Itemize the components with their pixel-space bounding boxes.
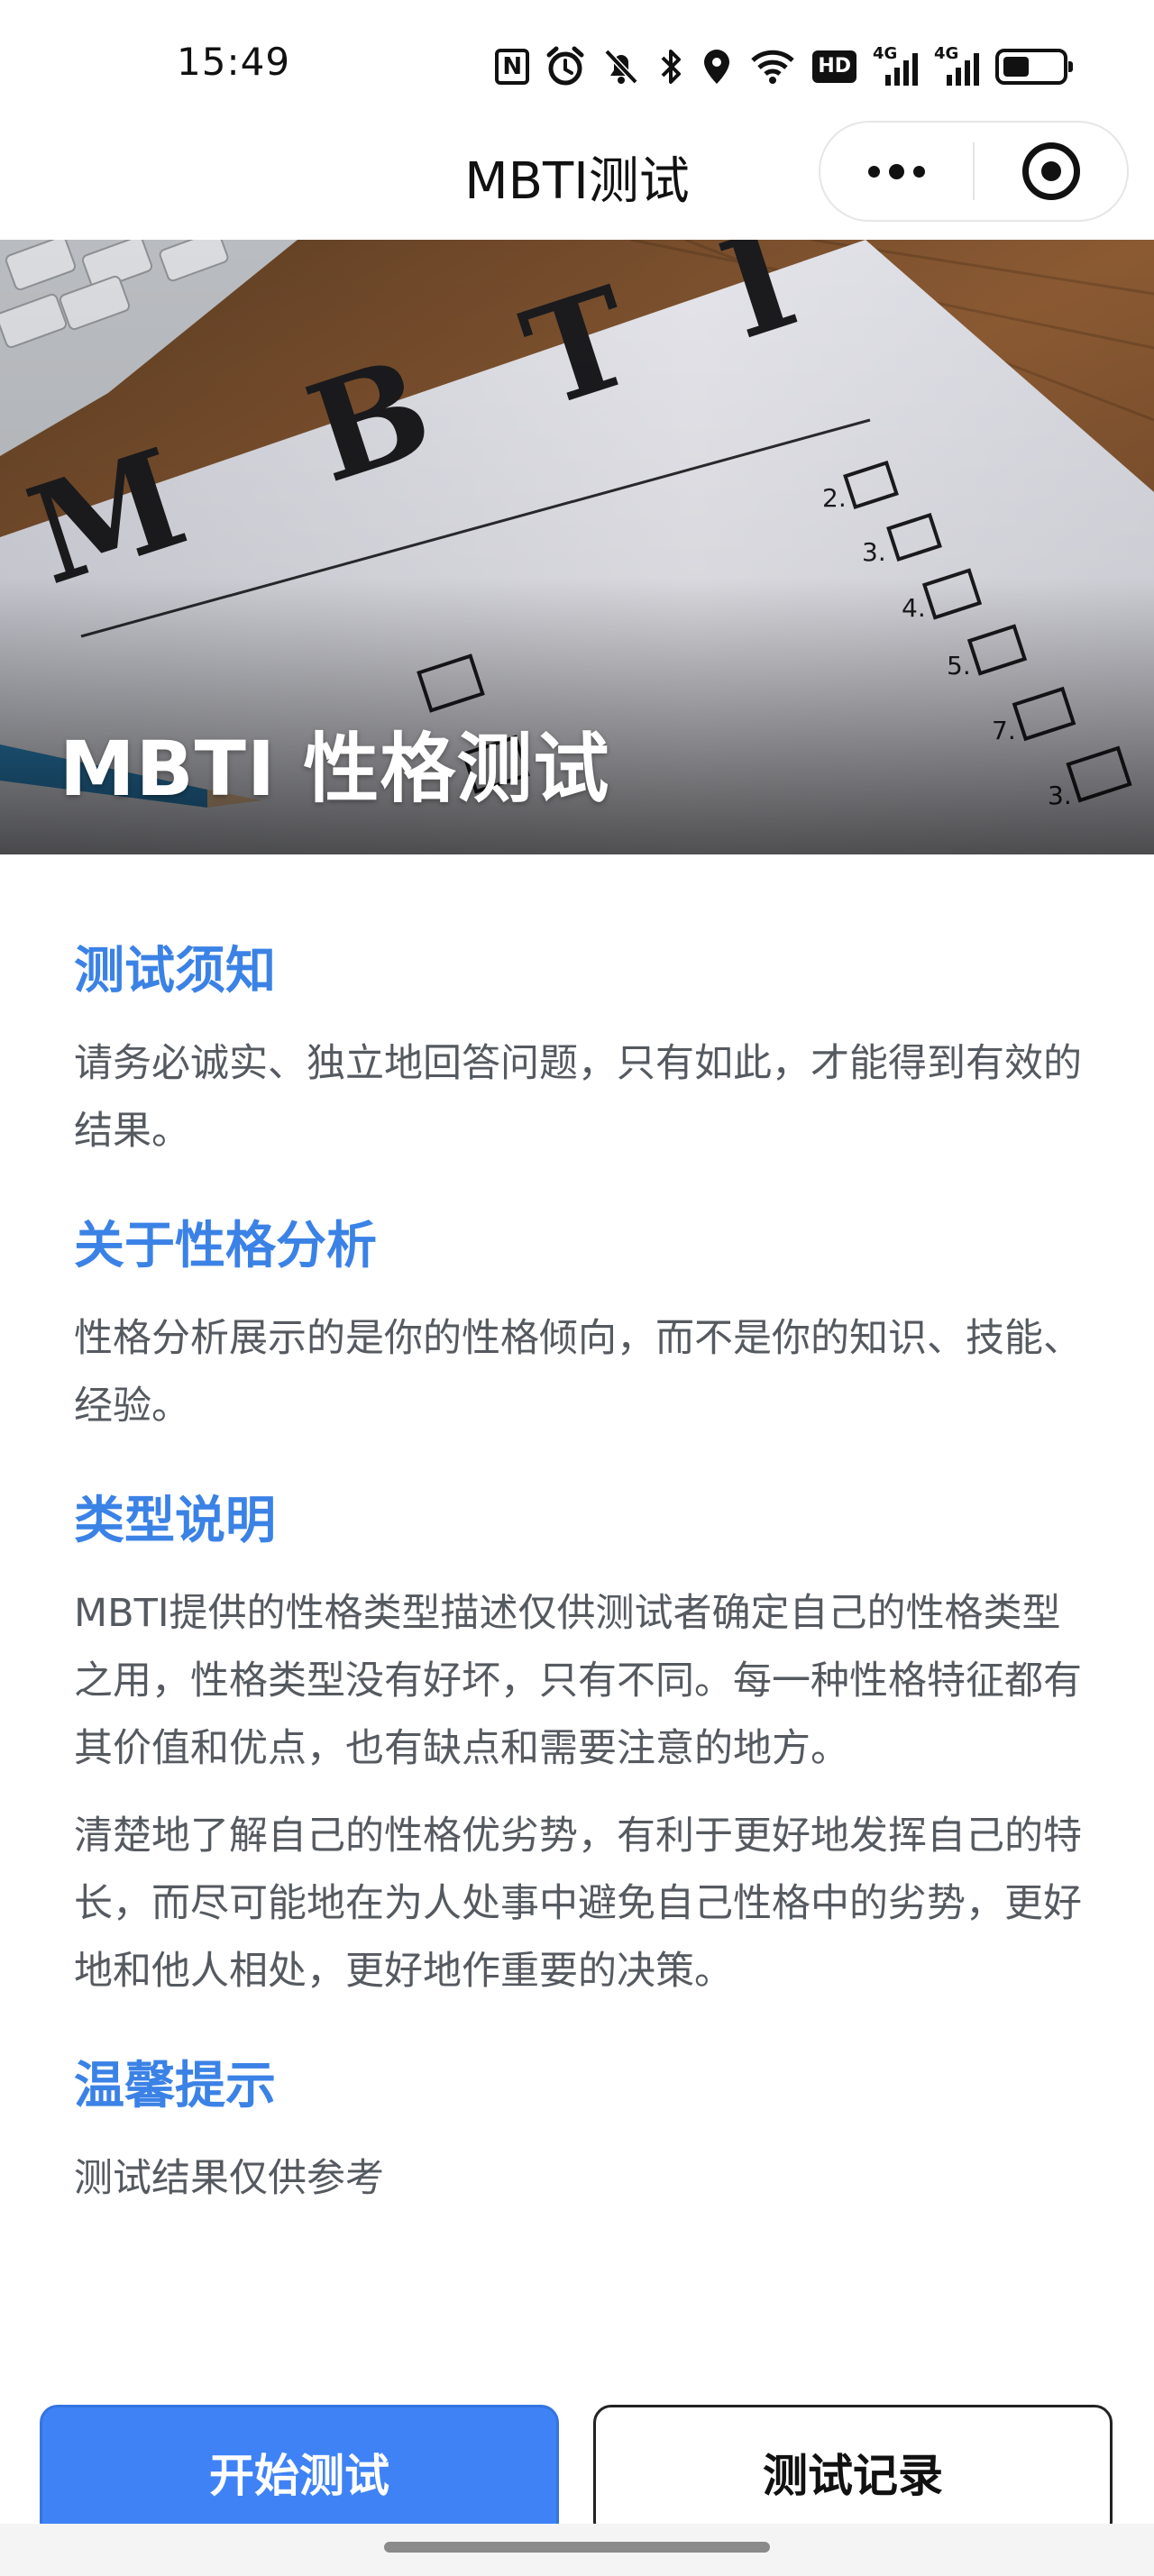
more-dots-icon[interactable] <box>820 123 973 220</box>
status-time: 15:49 <box>177 40 291 84</box>
nfc-icon: N <box>495 49 530 85</box>
section-title: 测试须知 <box>74 942 276 1000</box>
bluetooth-icon <box>657 45 684 88</box>
section-paragraph: 请务必诚实、独立地回答问题，只有如此，才能得到有效的结果。 <box>74 1041 1082 1154</box>
wifi-icon <box>749 45 796 88</box>
section-test-notice: 测试须知 请务必诚实、独立地回答问题，只有如此，才能得到有效的结果。 <box>74 930 1084 1165</box>
hero-title: MBTI 性格测试 <box>60 725 610 813</box>
target-close-icon[interactable] <box>975 123 1127 220</box>
section-tips: 温馨提示 测试结果仅供参考 <box>74 2045 1084 2213</box>
section-personality-analysis: 关于性格分析 性格分析展示的是你的性格倾向，而不是你的知识、技能、经验。 <box>74 1205 1084 1440</box>
4g-signal-icon: 4G <box>873 44 918 87</box>
section-paragraph: 测试结果仅供参考 <box>74 2156 384 2201</box>
section-paragraph: 清楚地了解自己的性格优劣势，有利于更好地发挥自己的特长，而尽可能地在为人处事中避… <box>74 1813 1082 1994</box>
battery-fill <box>1003 57 1029 77</box>
content: 测试须知 请务必诚实、独立地回答问题，只有如此，才能得到有效的结果。 关于性格分… <box>74 901 1084 2233</box>
status-bar: 15:49 N HD 4G 4G <box>0 0 1154 124</box>
section-title: 温馨提示 <box>74 2057 276 2115</box>
battery-icon <box>995 49 1073 85</box>
section-title: 类型说明 <box>74 1492 276 1550</box>
test-history-button[interactable]: 测试记录 <box>593 2405 1113 2540</box>
start-test-button[interactable]: 开始测试 <box>40 2405 559 2540</box>
section-paragraph: MBTI提供的性格类型描述仅供测试者确定自己的性格类型之用，性格类型没有好坏，只… <box>74 1591 1082 1771</box>
home-indicator[interactable] <box>384 2542 770 2553</box>
hd-icon: HD <box>812 50 856 83</box>
section-type-description: 类型说明 MBTI提供的性格类型描述仅供测试者确定自己的性格类型之用，性格类型没… <box>74 1480 1084 2005</box>
location-icon <box>701 45 733 88</box>
4g-signal-icon: 4G <box>934 44 979 87</box>
section-title: 关于性格分析 <box>74 1217 377 1275</box>
section-paragraph: 性格分析展示的是你的性格倾向，而不是你的知识、技能、经验。 <box>74 1316 1082 1429</box>
status-icons: N HD 4G 4G <box>495 40 1073 94</box>
alarm-icon <box>545 45 585 88</box>
mute-icon <box>601 45 641 88</box>
mini-program-capsule <box>819 121 1129 222</box>
